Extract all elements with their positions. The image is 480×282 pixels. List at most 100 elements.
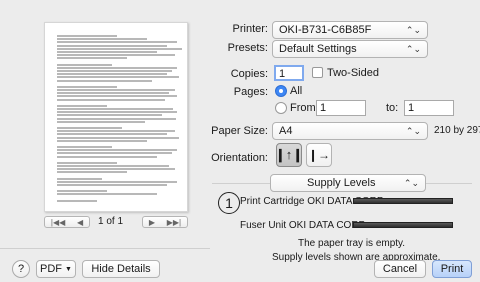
preview-text-line bbox=[57, 70, 172, 72]
orientation-label: Orientation: bbox=[211, 152, 268, 164]
preview-text-line bbox=[57, 89, 175, 91]
preview-text-line bbox=[57, 79, 152, 82]
section-menu-popup[interactable]: Supply Levels ⌃⌄ bbox=[270, 174, 426, 192]
tray-message: The paper tray is empty. bbox=[298, 238, 406, 249]
preview-text-line bbox=[57, 41, 177, 44]
preview-text-line bbox=[57, 190, 107, 193]
presets-label: Presets: bbox=[227, 42, 268, 54]
supply-label-cartridge: Print Cartridge OKI DATA CORP bbox=[240, 196, 384, 207]
preview-text-line bbox=[57, 120, 145, 123]
pages-from-label: From: bbox=[290, 102, 319, 114]
supply-level-bar-cartridge bbox=[353, 198, 453, 204]
preview-text-line bbox=[57, 139, 147, 142]
preview-next-last-controls[interactable]: ▶ ▶▶| bbox=[142, 216, 188, 228]
preview-text-line bbox=[57, 66, 177, 69]
circled-number-one-icon: 1 bbox=[218, 192, 240, 214]
print-preview-page bbox=[44, 22, 188, 212]
preview-text-line bbox=[57, 168, 175, 171]
copies-label: Copies: bbox=[230, 68, 268, 80]
landscape-orientation-button[interactable]: ❙→ bbox=[306, 143, 332, 167]
portrait-person-icon: ❙↑❙ bbox=[274, 147, 304, 162]
two-sided-label: Two-Sided bbox=[327, 67, 379, 79]
section-menu-value: Supply Levels bbox=[307, 177, 376, 189]
preview-text-line bbox=[57, 177, 102, 180]
preview-text-line bbox=[57, 44, 167, 47]
preview-text-line bbox=[57, 38, 147, 41]
preview-text-line bbox=[57, 76, 179, 79]
presets-popup[interactable]: Default Settings ⌃⌄ bbox=[272, 40, 428, 58]
previous-page-icon[interactable]: ◀ bbox=[77, 218, 83, 227]
cancel-button[interactable]: Cancel bbox=[374, 260, 426, 278]
preview-text-line bbox=[57, 95, 177, 98]
preview-text-line bbox=[57, 149, 177, 152]
paper-size-value: A4 bbox=[279, 125, 293, 137]
pages-all-radio[interactable] bbox=[275, 85, 287, 97]
preview-text-line bbox=[57, 47, 182, 50]
printer-value: OKI-B731-C6B85F bbox=[279, 24, 372, 36]
two-sided-checkbox[interactable] bbox=[312, 67, 323, 78]
preview-text-line bbox=[57, 133, 167, 136]
chevron-down-icon: ▼ bbox=[65, 265, 72, 273]
preview-text-line bbox=[57, 171, 127, 174]
preview-text-line bbox=[57, 136, 179, 139]
updown-arrows-icon: ⌃⌄ bbox=[405, 24, 421, 35]
footer-divider bbox=[0, 248, 210, 249]
preview-text-line bbox=[57, 92, 169, 95]
preview-text-line bbox=[57, 108, 173, 110]
updown-arrows-icon: ⌃⌄ bbox=[405, 125, 421, 136]
updown-arrows-icon: ⌃⌄ bbox=[405, 43, 421, 54]
preview-text-line bbox=[57, 152, 172, 155]
preview-text-line bbox=[57, 130, 175, 133]
presets-value: Default Settings bbox=[279, 43, 357, 55]
pages-from-radio[interactable] bbox=[275, 102, 287, 114]
pages-to-label: to: bbox=[386, 102, 399, 114]
portrait-orientation-button[interactable]: ❙↑❙ bbox=[274, 143, 304, 167]
supply-label-fuser: Fuser Unit OKI DATA CORP bbox=[240, 220, 366, 231]
pages-label: Pages: bbox=[233, 86, 268, 98]
preview-text-line bbox=[57, 98, 165, 101]
preview-text-line bbox=[57, 180, 177, 183]
preview-text-line bbox=[57, 114, 162, 117]
preview-text-line bbox=[57, 155, 157, 158]
pages-from-input[interactable]: 1 bbox=[316, 100, 366, 116]
preview-text-line bbox=[57, 51, 157, 53]
preview-text-line bbox=[57, 54, 175, 57]
preview-first-prev-controls[interactable]: |◀◀ ◀ bbox=[44, 216, 90, 228]
preview-text-line bbox=[57, 63, 112, 66]
paper-size-popup[interactable]: A4 ⌃⌄ bbox=[272, 122, 428, 140]
preview-text-line bbox=[57, 161, 117, 164]
section-divider-left bbox=[212, 183, 270, 184]
preview-text-line bbox=[57, 104, 107, 107]
preview-text-line bbox=[57, 35, 117, 37]
help-button[interactable]: ? bbox=[12, 260, 30, 278]
landscape-person-icon: ❙→ bbox=[307, 148, 331, 162]
supply-level-bar-fuser bbox=[353, 222, 453, 228]
preview-text-line bbox=[57, 111, 177, 114]
preview-text-line bbox=[57, 73, 167, 76]
first-page-icon[interactable]: |◀◀ bbox=[51, 218, 65, 227]
preview-text-line bbox=[57, 127, 122, 129]
print-button[interactable]: Print bbox=[432, 260, 472, 278]
hide-details-button[interactable]: Hide Details bbox=[82, 260, 160, 278]
preview-text-line bbox=[57, 57, 127, 60]
pdf-menu-button[interactable]: PDF ▼ bbox=[36, 260, 76, 278]
preview-text-line bbox=[57, 199, 97, 202]
preview-text-line bbox=[57, 85, 117, 88]
preview-text-line bbox=[57, 165, 169, 167]
pages-to-input[interactable]: 1 bbox=[404, 100, 454, 116]
pdf-label: PDF bbox=[40, 263, 63, 275]
printer-popup[interactable]: OKI-B731-C6B85F ⌃⌄ bbox=[272, 21, 428, 39]
preview-text-line bbox=[57, 146, 112, 148]
paper-dimensions: 210 by 297 mm bbox=[434, 125, 480, 136]
printer-label: Printer: bbox=[232, 23, 268, 35]
preview-text-line bbox=[57, 184, 167, 186]
pages-all-label: All bbox=[290, 85, 303, 97]
section-divider-right bbox=[426, 183, 472, 184]
preview-text-line bbox=[57, 193, 157, 196]
page-indicator: 1 of 1 bbox=[98, 216, 124, 227]
preview-text-line bbox=[57, 117, 176, 120]
last-page-icon[interactable]: ▶▶| bbox=[167, 218, 181, 227]
updown-arrows-icon: ⌃⌄ bbox=[403, 177, 419, 188]
next-page-icon[interactable]: ▶ bbox=[149, 218, 155, 227]
copies-input[interactable]: 1 bbox=[274, 65, 304, 81]
